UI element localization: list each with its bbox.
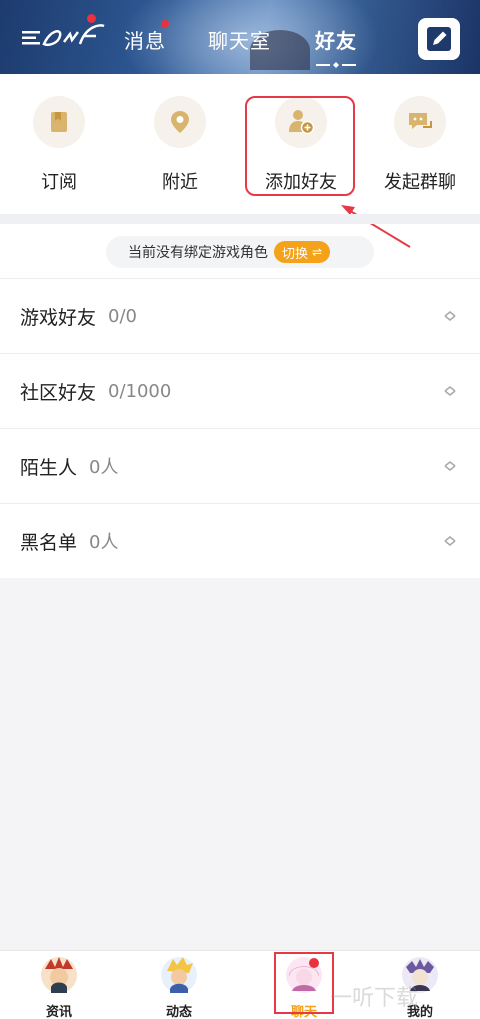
edit-icon [427, 27, 451, 51]
notice-text: 当前没有绑定游戏角色 [128, 245, 268, 261]
tab-messages[interactable]: 消息 [124, 25, 166, 54]
friend-group-list: 游戏好友 0/0 社区好友 0/1000 陌生人 0人 黑名单 0人 [0, 278, 480, 578]
chat-nav-highlight [274, 952, 334, 1014]
messages-badge [161, 20, 169, 28]
nav-feed[interactable]: 动态 [149, 955, 209, 1019]
group-count: 0人 [89, 532, 119, 553]
section-divider [0, 214, 480, 224]
expand-chevron-icon [444, 385, 456, 397]
list-item-blacklist[interactable]: 黑名单 0人 [0, 503, 480, 578]
news-avatar-icon [41, 957, 77, 993]
add-friend-highlight [245, 96, 355, 196]
expand-chevron-icon [444, 535, 456, 547]
group-name: 游戏好友 [20, 306, 97, 329]
nav-feed-label: 动态 [165, 1005, 192, 1019]
empty-area [0, 578, 480, 950]
group-name: 黑名单 [20, 531, 78, 554]
expand-chevron-icon [444, 460, 456, 472]
switch-arrows-icon: ⇌ [312, 245, 323, 259]
feed-avatar-icon [161, 957, 197, 993]
switch-button[interactable]: 切换 ⇌ [274, 241, 331, 263]
watermark: 一听下载 [330, 986, 419, 1011]
list-item-game-friends[interactable]: 游戏好友 0/0 [0, 278, 480, 353]
switch-label: 切换 [282, 246, 309, 262]
nav-news[interactable]: 资讯 [29, 955, 89, 1019]
logo-badge [87, 14, 96, 23]
active-tab-indicator [316, 62, 356, 68]
subscribe-button[interactable]: 订阅 [4, 96, 114, 194]
list-item-community-friends[interactable]: 社区好友 0/1000 [0, 353, 480, 428]
role-binding-notice: 当前没有绑定游戏角色 切换 ⇌ [106, 236, 374, 268]
group-count: 0/0 [108, 305, 137, 327]
group-chat-icon [409, 113, 432, 129]
tab-chatroom[interactable]: 聊天室 [208, 25, 271, 54]
location-pin-icon [171, 111, 189, 133]
group-count: 0/1000 [108, 380, 172, 402]
tab-friends[interactable]: 好友 [315, 25, 357, 54]
nearby-button[interactable]: 附近 [125, 96, 235, 194]
top-header: 消息 聊天室 好友 [0, 0, 480, 74]
nearby-label: 附近 [162, 172, 198, 193]
group-name: 社区好友 [20, 381, 97, 404]
subscribe-label: 订阅 [41, 172, 77, 193]
expand-chevron-icon [444, 310, 456, 322]
quick-actions: 订阅 附近 添加好友 发起群聊 [0, 74, 480, 214]
list-item-strangers[interactable]: 陌生人 0人 [0, 428, 480, 503]
bookmark-icon [51, 112, 67, 132]
group-count: 0人 [89, 457, 119, 478]
group-chat-label: 发起群聊 [384, 172, 456, 193]
nav-news-label: 资讯 [45, 1005, 72, 1019]
chat-badge [309, 958, 319, 968]
group-name: 陌生人 [20, 456, 78, 479]
edit-button[interactable] [418, 18, 460, 60]
dnf-logo-icon[interactable] [20, 22, 106, 52]
group-chat-button[interactable]: 发起群聊 [365, 96, 475, 194]
